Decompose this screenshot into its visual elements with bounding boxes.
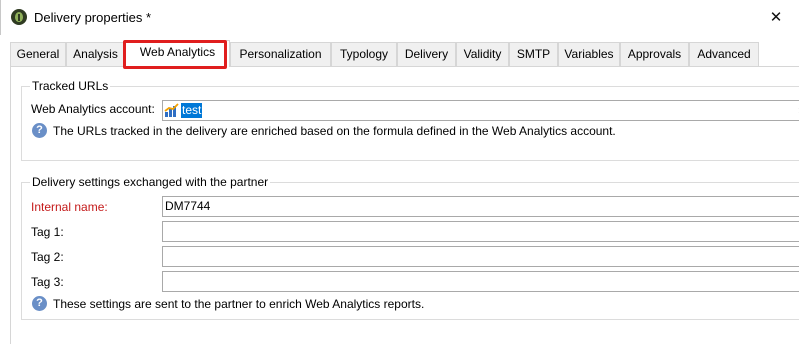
tag2-input[interactable] [162, 246, 799, 267]
help-icon: ? [32, 123, 47, 138]
app-leaf-icon [11, 9, 27, 25]
tag3-input[interactable] [162, 271, 799, 292]
partner-settings-title: Delivery settings exchanged with the par… [30, 175, 271, 189]
partner-settings-info: These settings are sent to the partner t… [53, 297, 425, 311]
tag1-label: Tag 1: [31, 225, 64, 239]
tag2-label: Tag 2: [31, 250, 64, 264]
tracked-urls-info: The URLs tracked in the delivery are enr… [53, 124, 616, 138]
tab-analysis[interactable]: Analysis [66, 42, 125, 66]
close-button[interactable]: ✕ [753, 0, 799, 35]
title-bar: Delivery properties * ✕ [0, 0, 799, 35]
tag3-label: Tag 3: [31, 275, 64, 289]
tab-typology[interactable]: Typology [331, 42, 397, 66]
web-analytics-account-field[interactable]: test › [162, 100, 799, 121]
internal-name-input[interactable]: DM7744 [162, 196, 799, 217]
tab-variables[interactable]: Variables [558, 42, 620, 66]
tab-smtp[interactable]: SMTP [509, 42, 558, 66]
tag1-input[interactable] [162, 221, 799, 242]
tab-approvals[interactable]: Approvals [620, 42, 689, 66]
tab-advanced[interactable]: Advanced [689, 42, 759, 66]
web-analytics-tab-highlight [123, 40, 227, 69]
tab-delivery[interactable]: Delivery [397, 42, 456, 66]
tab-validity[interactable]: Validity [456, 42, 509, 66]
tab-general[interactable]: General [10, 42, 66, 66]
tracked-urls-title: Tracked URLs [30, 79, 111, 93]
tab-personalization[interactable]: Personalization [230, 42, 331, 66]
window-title: Delivery properties * [34, 10, 152, 25]
internal-name-label: Internal name: [31, 200, 108, 214]
tracked-urls-group: Tracked URLs Web Analytics account: test… [21, 79, 799, 161]
analytics-chart-icon [164, 103, 179, 117]
web-analytics-account-label: Web Analytics account: [31, 102, 155, 116]
partner-settings-group: Delivery settings exchanged with the par… [21, 175, 799, 320]
web-analytics-account-value: test [181, 103, 203, 118]
help-icon: ? [32, 296, 47, 311]
tab-panel-web-analytics: Tracked URLs Web Analytics account: test… [10, 66, 799, 344]
